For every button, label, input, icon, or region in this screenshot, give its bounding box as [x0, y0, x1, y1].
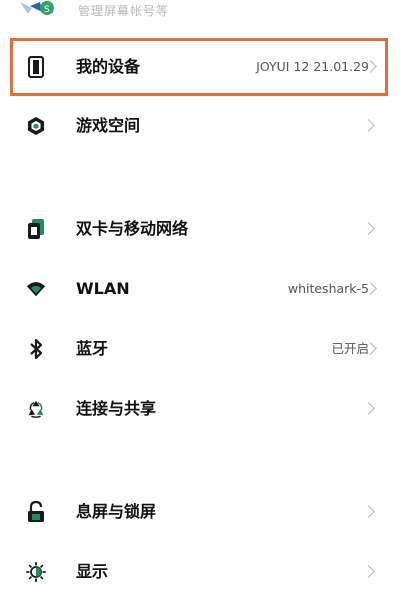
svg-text:S: S — [44, 5, 50, 15]
settings-row-game-space[interactable]: 游戏空间 — [0, 97, 403, 155]
sim-card-icon — [26, 219, 46, 239]
settings-row-label: 显示 — [76, 562, 109, 581]
chevron-right-icon — [362, 565, 375, 578]
account-subtitle: 管理屏幕帐号等 — [78, 4, 170, 18]
settings-row-label: 蓝牙 — [76, 339, 109, 358]
lock-icon — [26, 501, 46, 522]
account-icon: S — [20, 1, 54, 15]
highlight-box — [10, 38, 388, 96]
settings-row-label: 游戏空间 — [76, 116, 141, 135]
settings-row-label: 息屏与锁屏 — [76, 502, 157, 521]
brightness-icon — [26, 562, 46, 582]
wifi-icon — [26, 279, 46, 299]
settings-row-lock-screen[interactable]: 息屏与锁屏 — [0, 483, 403, 541]
chevron-right-icon — [362, 119, 375, 132]
bluetooth-icon — [26, 338, 46, 360]
settings-row-label: WLAN — [76, 279, 130, 298]
settings-row-value: 已开启 — [331, 341, 369, 356]
game-cube-icon — [26, 116, 46, 136]
settings-row-connection-share[interactable]: 连接与共享 — [0, 380, 403, 438]
connection-share-icon — [26, 399, 46, 419]
settings-row-dual-sim[interactable]: 双卡与移动网络 — [0, 200, 403, 258]
settings-row-wlan[interactable]: WLAN whiteshark-5 — [0, 260, 403, 318]
settings-row-display[interactable]: 显示 — [0, 543, 403, 601]
settings-row-label: 连接与共享 — [76, 399, 157, 418]
settings-row-label: 双卡与移动网络 — [76, 219, 189, 238]
chevron-right-icon — [362, 222, 375, 235]
chevron-right-icon — [362, 402, 375, 415]
settings-row-value: whiteshark-5 — [287, 281, 369, 296]
settings-row-bluetooth[interactable]: 蓝牙 已开启 — [0, 320, 403, 378]
chevron-right-icon — [362, 505, 375, 518]
account-row-partial[interactable]: S 管理屏幕帐号等 — [0, 0, 403, 24]
